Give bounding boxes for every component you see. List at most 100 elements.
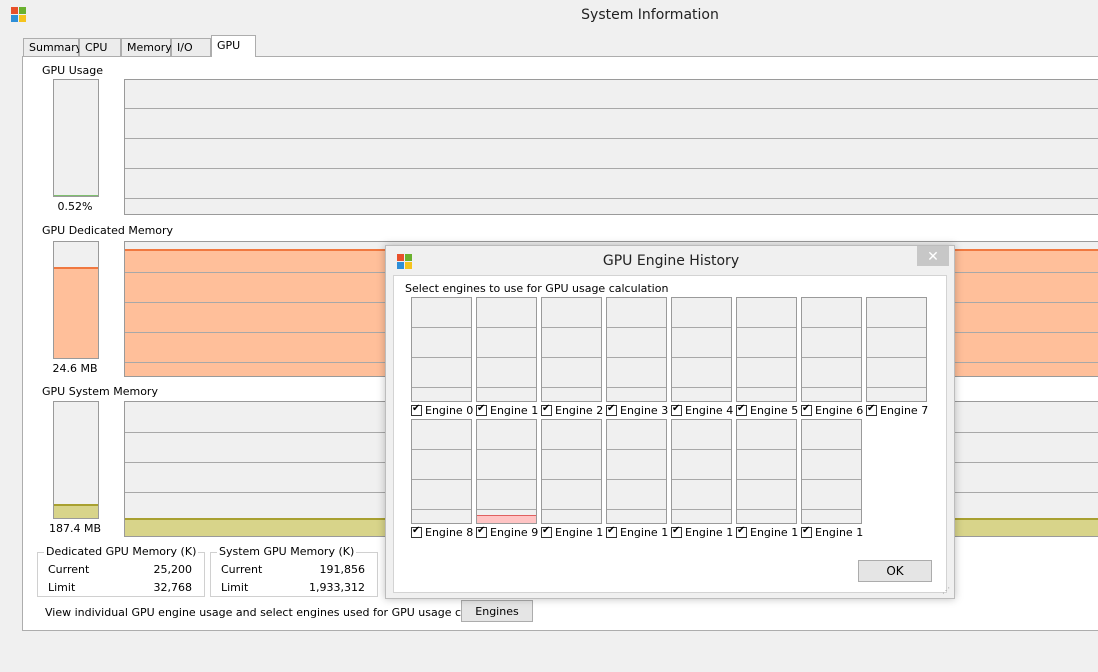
tab-cpu[interactable]: CPU <box>79 38 121 56</box>
gridline <box>125 108 1098 109</box>
engine-graph <box>476 419 537 524</box>
checkbox-checked-icon[interactable] <box>736 404 747 416</box>
engine-label: Engine 4 <box>685 404 733 417</box>
engines-button[interactable]: Engines <box>461 600 533 622</box>
checkbox-checked-icon[interactable] <box>736 526 747 538</box>
gridline <box>542 479 601 480</box>
engine-checkbox-14[interactable]: Engine 14 <box>801 526 863 540</box>
gridline <box>607 449 666 450</box>
current-value: 25,200 <box>153 563 193 576</box>
gridline <box>737 327 796 328</box>
engine-label: Engine 12 <box>685 526 733 539</box>
engine-checkbox-6[interactable]: Engine 6 <box>801 404 863 418</box>
engine-graph <box>801 297 862 402</box>
engine-checkbox-7[interactable]: Engine 7 <box>866 404 930 418</box>
gridline <box>542 509 601 510</box>
checkbox-checked-icon[interactable] <box>671 404 682 416</box>
checkbox-checked-icon[interactable] <box>606 526 617 538</box>
checkbox-checked-icon[interactable] <box>476 526 487 538</box>
engine-label: Engine 5 <box>750 404 798 417</box>
gridline <box>125 168 1098 169</box>
tab-summary[interactable]: Summary <box>23 38 82 56</box>
engine-label: Engine 7 <box>880 404 929 417</box>
gpu-system-memory-meter <box>53 401 99 519</box>
gridline <box>737 509 796 510</box>
groupbox-title: Dedicated GPU Memory (K) <box>44 545 199 558</box>
checkbox-checked-icon[interactable] <box>801 526 812 538</box>
tab-gpu[interactable]: GPU <box>211 35 256 57</box>
gridline <box>867 327 926 328</box>
gridline <box>477 327 536 328</box>
gridline <box>542 327 601 328</box>
engine-checkbox-1[interactable]: Engine 1 <box>476 404 538 418</box>
limit-label: Limit <box>221 581 249 594</box>
engine-graph <box>476 297 537 402</box>
engine-graph <box>671 419 732 524</box>
engine-checkbox-3[interactable]: Engine 3 <box>606 404 668 418</box>
gridline <box>802 509 861 510</box>
checkbox-checked-icon[interactable] <box>866 404 877 416</box>
limit-value: 32,768 <box>153 581 193 594</box>
engine-label: Engine 10 <box>555 526 603 539</box>
engine-label: Engine 11 <box>620 526 668 539</box>
gridline <box>672 509 731 510</box>
gpu-dedicated-memory-meter-fill <box>54 267 98 358</box>
current-label: Current <box>221 563 263 576</box>
gridline <box>125 198 1098 199</box>
ok-button[interactable]: OK <box>858 560 932 582</box>
tab-memory[interactable]: Memory <box>121 38 172 56</box>
engine-checkbox-10[interactable]: Engine 10 <box>541 526 603 540</box>
gridline <box>867 357 926 358</box>
gpu-system-memory-value: 187.4 MB <box>48 522 102 535</box>
engine-checkbox-0[interactable]: Engine 0 <box>411 404 473 418</box>
main-title-bar: System Information <box>0 0 1098 31</box>
engine-checkbox-9[interactable]: Engine 9 <box>476 526 538 540</box>
close-button[interactable]: ✕ <box>917 246 949 266</box>
checkbox-checked-icon[interactable] <box>411 526 422 538</box>
engine-graph <box>541 419 602 524</box>
current-label: Current <box>48 563 90 576</box>
gridline <box>737 357 796 358</box>
current-value: 191,856 <box>319 563 366 576</box>
dialog-title: GPU Engine History <box>602 253 740 269</box>
checkbox-checked-icon[interactable] <box>671 526 682 538</box>
checkbox-checked-icon[interactable] <box>411 404 422 416</box>
checkbox-checked-icon[interactable] <box>476 404 487 416</box>
engine-checkbox-12[interactable]: Engine 12 <box>671 526 733 540</box>
close-icon: ✕ <box>927 248 939 264</box>
checkbox-checked-icon[interactable] <box>606 404 617 416</box>
window-title: System Information <box>581 7 719 23</box>
resize-grip-icon[interactable]: ⋰ <box>942 586 951 595</box>
engine-label: Engine 9 <box>490 526 538 539</box>
engine-graph <box>606 297 667 402</box>
gridline <box>412 449 471 450</box>
gpu-engine-history-dialog: GPU Engine History ✕ Select engines to u… <box>385 245 955 599</box>
engine-checkbox-13[interactable]: Engine 13 <box>736 526 798 540</box>
gpu-system-memory-label: GPU System Memory <box>42 385 158 398</box>
engine-graph <box>866 297 927 402</box>
engine-graph <box>736 297 797 402</box>
gridline <box>737 387 796 388</box>
engine-checkbox-4[interactable]: Engine 4 <box>671 404 733 418</box>
gpu-usage-meter-fill <box>54 195 98 196</box>
checkbox-checked-icon[interactable] <box>801 404 812 416</box>
engine-graph-fill <box>477 515 536 523</box>
engine-checkbox-5[interactable]: Engine 5 <box>736 404 798 418</box>
gpu-system-memory-meter-fill <box>54 504 98 518</box>
engine-graph <box>801 419 862 524</box>
gridline <box>867 387 926 388</box>
checkbox-checked-icon[interactable] <box>541 404 552 416</box>
engine-checkbox-2[interactable]: Engine 2 <box>541 404 603 418</box>
checkbox-checked-icon[interactable] <box>541 526 552 538</box>
engines-description: View individual GPU engine usage and sel… <box>45 606 525 619</box>
engine-checkbox-11[interactable]: Engine 11 <box>606 526 668 540</box>
engine-checkbox-8[interactable]: Engine 8 <box>411 526 473 540</box>
gpu-usage-meter <box>53 79 99 197</box>
gridline <box>802 327 861 328</box>
engine-graph <box>411 419 472 524</box>
tab-io[interactable]: I/O <box>171 38 211 56</box>
gridline <box>412 479 471 480</box>
gridline <box>412 387 471 388</box>
gridline <box>477 357 536 358</box>
gpu-dedicated-memory-value: 24.6 MB <box>52 362 98 375</box>
